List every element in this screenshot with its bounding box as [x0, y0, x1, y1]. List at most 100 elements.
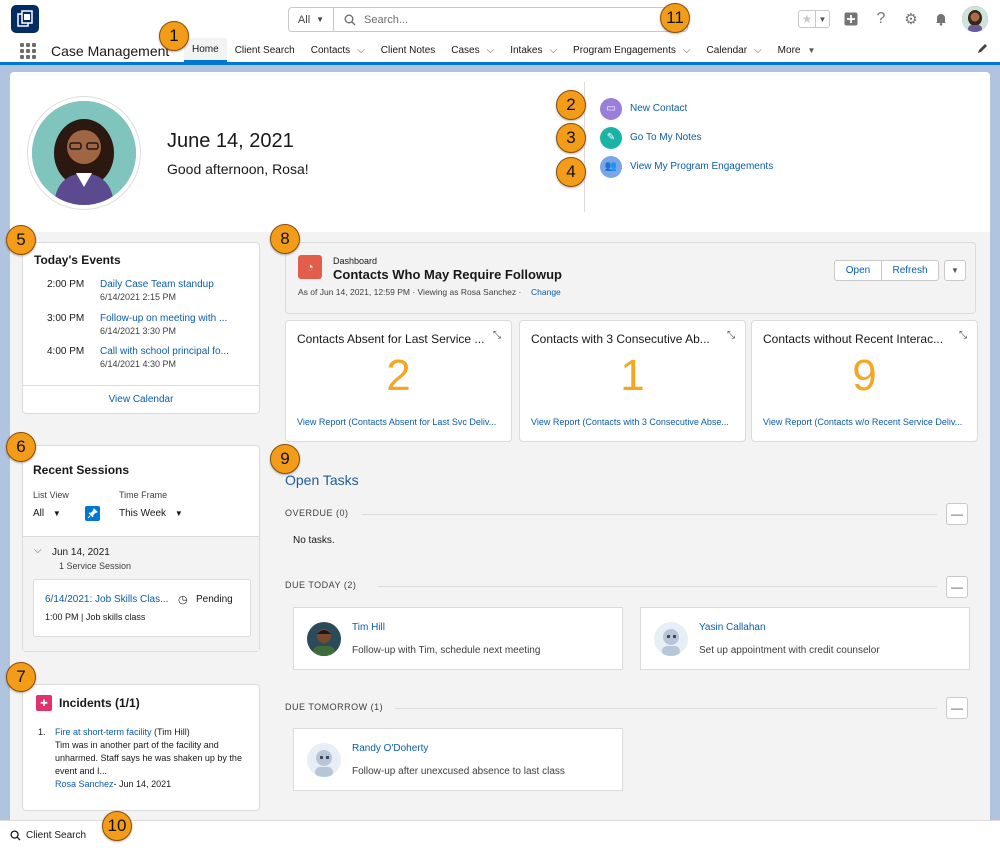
collapse-due-tomorrow-button[interactable]: — — [946, 697, 968, 719]
gear-icon[interactable]: ⚙ — [902, 10, 920, 28]
view-report-link[interactable]: View Report (Contacts Absent for Last Sv… — [297, 417, 496, 427]
session-detail: 1:00 PM | Job skills class — [45, 612, 146, 622]
search-input[interactable]: Search... — [364, 14, 408, 26]
my-program-engagements-action[interactable]: 👥 View My Program Engagements — [600, 152, 773, 181]
nav-tab-cases[interactable]: Cases ⌵ — [443, 38, 502, 62]
caret-down-icon: ▼ — [174, 509, 183, 518]
overdue-empty: No tasks. — [293, 535, 335, 546]
chevron-down-icon[interactable]: ⌵ — [754, 45, 762, 56]
nav-tab-contacts[interactable]: Contacts ⌵ — [303, 38, 373, 62]
help-icon[interactable]: ? — [872, 10, 890, 28]
chevron-down-icon[interactable]: ⌵ — [487, 45, 495, 56]
add-icon[interactable] — [842, 10, 860, 28]
quick-actions: ▭ New Contact ✎ Go To My Notes 👥 View My… — [600, 94, 773, 181]
session-group-count: 1 Service Session — [59, 561, 132, 571]
nav-tab-label: Client Search — [234, 44, 295, 56]
user-avatar[interactable] — [962, 6, 988, 32]
incident-body: Tim was in another part of the facility … — [55, 740, 242, 776]
chevron-down-icon[interactable]: ⌵ — [683, 45, 691, 56]
incident-icon: ✚ — [36, 695, 52, 711]
task-contact-link[interactable]: Randy O'Doherty — [352, 743, 428, 754]
event-link[interactable]: Follow-up on meeting with ... — [100, 313, 227, 324]
favorites-button[interactable]: ★ ▼ — [798, 10, 830, 28]
event-link[interactable]: Call with school principal fo... — [100, 346, 229, 357]
nav-tab-more[interactable]: More ▼ — [770, 38, 824, 62]
caret-down-icon: ▼ — [52, 509, 61, 518]
pin-icon[interactable] — [85, 506, 100, 521]
action-label: View My Program Engagements — [630, 161, 774, 172]
nav-tab-calendar[interactable]: Calendar ⌵ — [698, 38, 769, 62]
list-view-label: List View — [33, 490, 69, 500]
list-view-select[interactable]: All ▼ — [33, 508, 61, 519]
new-contact-action[interactable]: ▭ New Contact — [600, 94, 773, 123]
expand-icon[interactable]: ⤡ — [959, 330, 967, 341]
chevron-down-icon[interactable]: ⌵ — [34, 545, 42, 556]
nav-tab-label: Calendar — [706, 44, 748, 56]
people-icon: 👥 — [600, 155, 622, 178]
event-datetime: 6/14/2021 3:30 PM — [100, 326, 177, 336]
nav-tab-intakes[interactable]: Intakes ⌵ — [502, 38, 565, 62]
task-contact-link[interactable]: Yasin Callahan — [699, 622, 766, 633]
refresh-button[interactable]: Refresh — [881, 260, 939, 281]
chevron-down-icon: ▼ — [316, 15, 325, 24]
my-notes-action[interactable]: ✎ Go To My Notes — [600, 123, 773, 152]
time-frame-value: This Week — [119, 508, 167, 519]
utility-bar: Client Search — [0, 820, 1000, 850]
session-status: Pending — [196, 594, 233, 605]
collapse-overdue-button[interactable]: — — [946, 503, 968, 525]
nav-tab-client-notes[interactable]: Client Notes — [373, 38, 443, 62]
overdue-label: OVERDUE (0) — [285, 508, 349, 518]
chevron-down-icon[interactable]: ▼ — [815, 11, 829, 27]
change-link[interactable]: Change — [531, 287, 561, 297]
edit-nav-icon[interactable] — [976, 43, 988, 58]
greeting-text: Good afternoon, Rosa! — [167, 161, 309, 177]
metric-value: 2 — [386, 351, 411, 400]
chevron-down-icon[interactable]: ⌵ — [549, 45, 557, 56]
task-contact-link[interactable]: Tim Hill — [352, 622, 385, 633]
dashboard-title[interactable]: Contacts Who May Require Followup — [333, 267, 562, 282]
open-button[interactable]: Open — [834, 260, 882, 281]
global-search[interactable]: All ▼ Search... — [288, 7, 688, 32]
greeting-section: June 14, 2021 Good afternoon, Rosa! ▭ Ne… — [10, 72, 990, 232]
metric-title: Contacts Absent for Last Service ... — [297, 332, 485, 346]
view-report-link[interactable]: View Report (Contacts with 3 Consecutive… — [531, 417, 729, 427]
expand-icon[interactable]: ⤡ — [493, 330, 501, 341]
search-icon — [10, 830, 21, 841]
chevron-down-icon[interactable]: ⌵ — [357, 45, 365, 56]
event-time: 2:00 PM — [47, 279, 85, 290]
callout-badge: 3 — [556, 123, 586, 153]
home-page: June 14, 2021 Good afternoon, Rosa! ▭ Ne… — [10, 72, 990, 820]
callout-badge: 7 — [6, 662, 36, 692]
nav-tab-home[interactable]: Home — [184, 38, 227, 62]
client-search-utility[interactable]: Client Search — [26, 830, 86, 841]
incident-link[interactable]: Fire at short-term facility — [55, 727, 152, 737]
caret-down-icon[interactable]: ▼ — [807, 46, 815, 55]
event-time: 4:00 PM — [47, 346, 85, 357]
app-logo-icon[interactable] — [11, 5, 39, 33]
app-launcher-icon[interactable] — [20, 43, 36, 59]
nav-tabs: Home Client Search Contacts ⌵ Client Note… — [184, 38, 823, 62]
collapse-due-today-button[interactable]: — — [946, 576, 968, 598]
nav-tab-client-search[interactable]: Client Search — [227, 38, 303, 62]
pencil-icon: ✎ — [600, 126, 622, 149]
nav-tab-label: Contacts — [310, 44, 351, 56]
due-today-label: DUE TODAY (2) — [285, 580, 357, 590]
star-icon: ★ — [801, 12, 813, 26]
incident-date: - Jun 14, 2021 — [113, 779, 172, 789]
expand-icon[interactable]: ⤡ — [727, 330, 735, 341]
time-frame-select[interactable]: This Week ▼ — [119, 508, 183, 519]
callout-badge: 2 — [556, 90, 586, 120]
metric-value: 9 — [852, 351, 877, 400]
search-scope-select[interactable]: All ▼ — [289, 8, 334, 31]
nav-tab-program-engagements[interactable]: Program Engagements ⌵ — [565, 38, 698, 62]
event-link[interactable]: Daily Case Team standup — [100, 279, 214, 290]
nav-tab-label: Client Notes — [380, 44, 436, 56]
dashboard-menu-button[interactable]: ▼ — [944, 260, 966, 281]
dashboard-as-of: As of Jun 14, 2021, 12:59 PM · Viewing a… — [298, 287, 522, 297]
metric-card: Contacts with 3 Consecutive Ab... ⤡ 1 Vi… — [519, 320, 746, 442]
view-calendar-link[interactable]: View Calendar — [23, 385, 259, 413]
session-link[interactable]: 6/14/2021: Job Skills Clas... — [45, 594, 168, 605]
view-report-link[interactable]: View Report (Contacts w/o Recent Service… — [763, 417, 962, 427]
bell-icon[interactable] — [932, 10, 950, 28]
incident-author-link[interactable]: Rosa Sanchez — [55, 779, 114, 789]
